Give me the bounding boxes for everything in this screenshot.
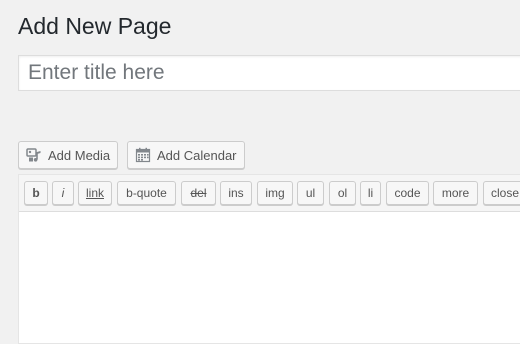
media-icon (26, 147, 42, 163)
qt-ul-button[interactable]: ul (297, 181, 324, 205)
qt-ins-button[interactable]: ins (220, 181, 252, 205)
text-editor: b i link b-quote del ins img ul ol li co… (18, 174, 520, 344)
qt-img-button[interactable]: img (257, 181, 293, 205)
add-media-label: Add Media (48, 147, 111, 163)
qt-ol-button[interactable]: ol (329, 181, 356, 205)
title-input[interactable] (18, 55, 520, 91)
qt-code-button[interactable]: code (386, 181, 429, 205)
qt-li-button[interactable]: li (360, 181, 381, 205)
qt-del-button[interactable]: del (181, 181, 216, 205)
qt-bold-button[interactable]: b (24, 181, 48, 205)
add-media-button[interactable]: Add Media (18, 141, 118, 169)
qt-link-button[interactable]: link (78, 181, 112, 205)
add-calendar-label: Add Calendar (157, 147, 237, 163)
page-title: Add New Page (18, 13, 172, 39)
qt-more-button[interactable]: more (433, 181, 478, 205)
qt-italic-button[interactable]: i (52, 181, 74, 205)
qt-blockquote-button[interactable]: b-quote (117, 181, 176, 205)
qt-close-tags-button[interactable]: close (483, 181, 520, 205)
calendar-icon (135, 147, 151, 163)
quicktags-toolbar: b i link b-quote del ins img ul ol li co… (19, 175, 520, 212)
editor-textarea[interactable] (19, 212, 520, 343)
add-calendar-button[interactable]: Add Calendar (127, 141, 245, 169)
